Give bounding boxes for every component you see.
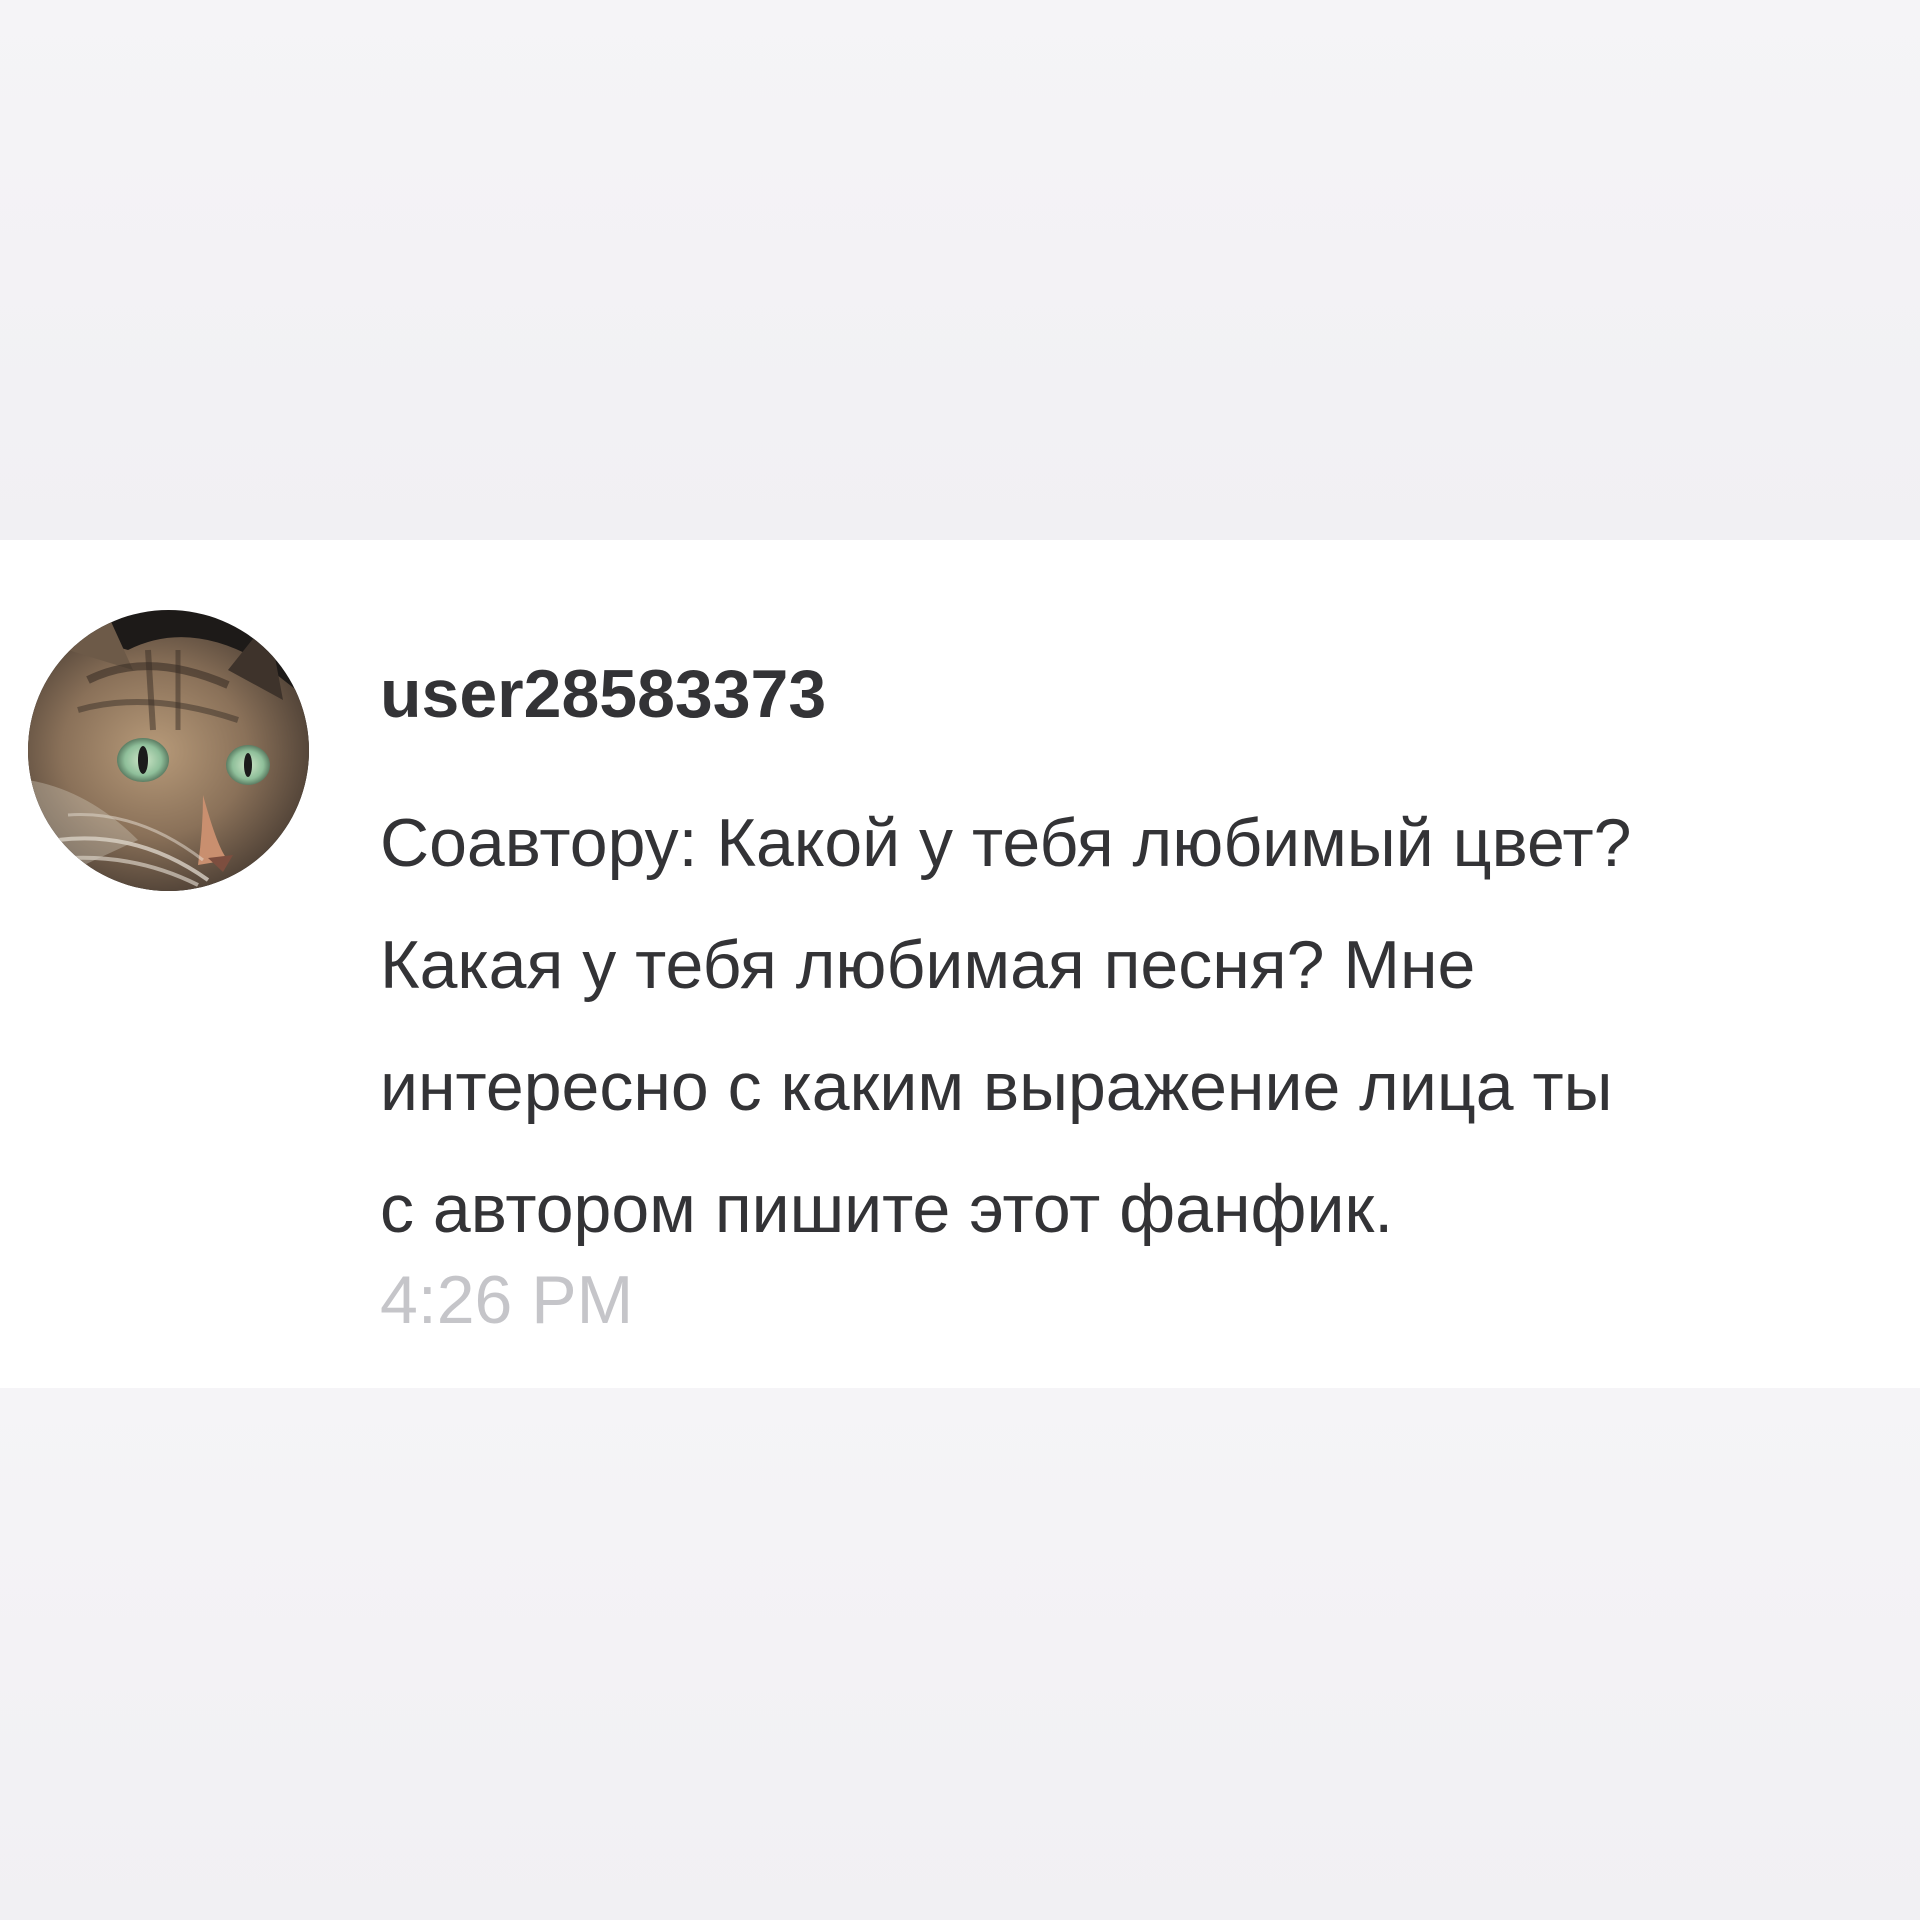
comment-message: Соавтору: Какой у тебя любимый цвет? Как… (380, 782, 1890, 1270)
message-line: с автором пишите этот фанфик. (380, 1171, 1394, 1247)
timestamp: 4:26 PM (380, 1262, 634, 1338)
message-line: Соавтору: Какой у тебя любимый цвет? (380, 805, 1632, 881)
message-line: Какая у тебя любимая песня? Мне (380, 927, 1476, 1003)
comment-card: user28583373 Соавтору: Какой у тебя люби… (0, 540, 1920, 1388)
background-bottom (0, 1388, 1920, 1920)
user-avatar[interactable] (28, 610, 309, 891)
username[interactable]: user28583373 (380, 660, 826, 728)
cat-avatar-icon (28, 610, 309, 891)
background-top (0, 0, 1920, 540)
message-line: интересно с каким выражение лица ты (380, 1049, 1613, 1125)
